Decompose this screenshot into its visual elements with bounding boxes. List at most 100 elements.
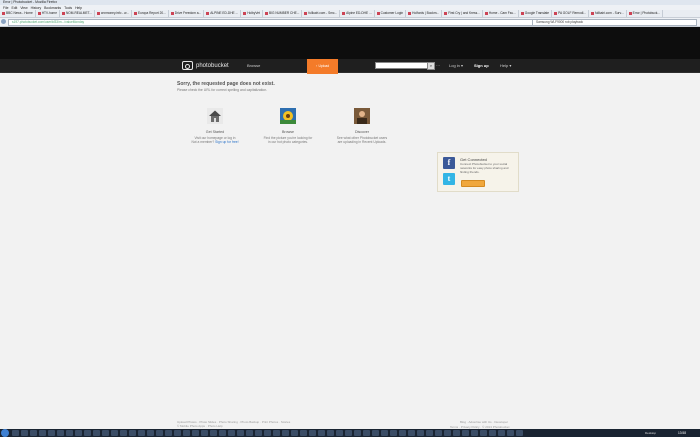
taskbar-app-icon[interactable] — [219, 430, 226, 436]
taskbar-app-icon[interactable] — [102, 430, 109, 436]
taskbar-app-icon[interactable] — [327, 430, 334, 436]
taskbar-app-icon[interactable] — [228, 430, 235, 436]
taskbar-app-icon[interactable] — [300, 430, 307, 436]
taskbar-app-icon[interactable] — [264, 430, 271, 436]
help-link[interactable]: Help ▾ — [500, 59, 511, 72]
taskbar-app-icon[interactable] — [237, 430, 244, 436]
taskbar-app-icon[interactable] — [480, 430, 487, 436]
bookmark-item[interactable]: Drive Freedom a... — [169, 10, 205, 17]
taskbar-app-icon[interactable] — [48, 430, 55, 436]
taskbar-app-icon[interactable] — [318, 430, 325, 436]
search-icon[interactable]: ⌕ — [427, 62, 435, 70]
taskbar-app-icon[interactable] — [453, 430, 460, 436]
taskbar-app-icon[interactable] — [417, 430, 424, 436]
taskbar-app-icon[interactable] — [255, 430, 262, 436]
taskbar-clock[interactable]: 13:58 — [678, 429, 686, 437]
taskbar-app-icon[interactable] — [192, 430, 199, 436]
bookmark-item[interactable]: fullkairi.com - Surv... — [589, 10, 627, 17]
bookmark-item[interactable]: Home - Cam Fsu... — [483, 10, 519, 17]
taskbar-app-icon[interactable] — [309, 430, 316, 436]
taskbar-app-icon[interactable] — [174, 430, 181, 436]
taskbar-app-icon[interactable] — [12, 430, 19, 436]
bookmark-item[interactable]: Holfords | Bookm... — [406, 10, 443, 17]
photobucket-logo[interactable]: photobucket — [182, 60, 229, 71]
taskbar-app-icon[interactable] — [372, 430, 379, 436]
bookmark-item[interactable]: BIG NUMBER CHE... — [263, 10, 303, 17]
taskbar-app-icon[interactable] — [354, 430, 361, 436]
url-input[interactable]: s197.photobucket.com/user/kf33/m.../valu… — [8, 19, 533, 26]
nav-browse[interactable]: Browse — [247, 59, 260, 72]
taskbar-app-icon[interactable] — [471, 430, 478, 436]
start-icon[interactable] — [1, 429, 9, 437]
taskbar-app-icon[interactable] — [489, 430, 496, 436]
bookmark-item[interactable]: First Cry | and Kress... — [442, 10, 483, 17]
taskbar-app-icon[interactable] — [120, 430, 127, 436]
taskbar-app-icon[interactable] — [201, 430, 208, 436]
taskbar-app-icon[interactable] — [93, 430, 100, 436]
connect-button[interactable] — [461, 180, 485, 187]
taskbar-app-icon[interactable] — [183, 430, 190, 436]
bookmark-item[interactable]: fullkairi.com - Smc... — [302, 10, 341, 17]
taskbar-app-icon[interactable] — [390, 430, 397, 436]
bookmark-item[interactable]: ALPINE ED-DHE ... — [204, 10, 242, 17]
taskbar-app-icon[interactable] — [39, 430, 46, 436]
taskbar-app-icon[interactable] — [435, 430, 442, 436]
home-icon[interactable] — [207, 108, 223, 124]
site-search-input[interactable] — [375, 62, 429, 69]
more-icon[interactable]: ··· — [436, 59, 440, 72]
taskbar-app-icon[interactable] — [408, 430, 415, 436]
taskbar-app-icon[interactable] — [426, 430, 433, 436]
taskbar-app-icon[interactable] — [21, 430, 28, 436]
facebook-icon[interactable]: f — [443, 157, 455, 169]
signup-link[interactable]: Sign up — [474, 59, 489, 72]
taskbar-app-icon[interactable] — [66, 430, 73, 436]
taskbar-app-icon[interactable] — [165, 430, 172, 436]
bookmark-item[interactable]: cnnmoney.info - w... — [95, 10, 132, 17]
taskbar-app-icon[interactable] — [75, 430, 82, 436]
bookmark-item[interactable]: Europa Report 20... — [132, 10, 169, 17]
bookmark-item[interactable]: HTV-home — [36, 10, 60, 17]
taskbar-app-icon[interactable] — [282, 430, 289, 436]
taskbar-app-icon[interactable] — [381, 430, 388, 436]
taskbar-app-icon[interactable] — [84, 430, 91, 436]
bookmark-item[interactable]: Customer Login — [375, 10, 407, 17]
flower-photo-icon[interactable] — [280, 108, 296, 124]
taskbar-app-icon[interactable] — [129, 430, 136, 436]
upload-button[interactable]: ↑ Upload — [307, 59, 338, 74]
taskbar-app-icon[interactable] — [336, 430, 343, 436]
bookmark-item[interactable]: Google Translate — [519, 10, 553, 17]
taskbar-app-icon[interactable] — [516, 430, 523, 436]
signup-free-link[interactable]: Sign up for free! — [215, 140, 238, 144]
taskbar-app-icon[interactable] — [498, 430, 505, 436]
taskbar-app-icon[interactable] — [291, 430, 298, 436]
taskbar-app-icon[interactable] — [507, 430, 514, 436]
person-photo-icon[interactable] — [354, 108, 370, 124]
browser-search-input[interactable]: Samsung WLF9000 rob playback — [532, 19, 697, 26]
taskbar-app-icon[interactable] — [444, 430, 451, 436]
taskbar-app-icon[interactable] — [111, 430, 118, 436]
taskbar-app-icon[interactable] — [462, 430, 469, 436]
bookmark-item-active-tab[interactable]: Error | Photobuck... — [627, 10, 664, 17]
twitter-icon[interactable]: t — [443, 173, 455, 185]
taskbar-app-icon[interactable] — [57, 430, 64, 436]
taskbar-app-icon[interactable] — [138, 430, 145, 436]
bookmark-item[interactable]: HolbyVet — [241, 10, 263, 17]
bookmark-item[interactable]: Alpine ED-DHE ... — [340, 10, 375, 17]
footer-links[interactable]: Blog · Advertise with Us · Developer — [460, 420, 508, 424]
bookmark-item[interactable]: BBC News - Home — [0, 10, 36, 17]
taskbar-app-icon[interactable] — [399, 430, 406, 436]
footer-links[interactable]: © Mobile Photo Apps · Photo Help — [177, 424, 223, 428]
back-icon[interactable] — [1, 19, 6, 24]
taskbar-app-icon[interactable] — [30, 430, 37, 436]
taskbar-app-icon[interactable] — [246, 430, 253, 436]
taskbar-app-icon[interactable] — [147, 430, 154, 436]
taskbar-app-icon[interactable] — [363, 430, 370, 436]
taskbar-app-icon[interactable] — [345, 430, 352, 436]
taskbar-desktop-label[interactable]: Desktop — [645, 429, 656, 437]
bookmark-item[interactable]: NOM-REALMET... — [60, 10, 95, 17]
taskbar-app-icon[interactable] — [273, 430, 280, 436]
login-link[interactable]: Log in ▾ — [449, 59, 463, 72]
taskbar-app-icon[interactable] — [210, 430, 217, 436]
bookmark-item[interactable]: PA GOLF Remodl... — [552, 10, 589, 17]
taskbar-app-icon[interactable] — [156, 430, 163, 436]
